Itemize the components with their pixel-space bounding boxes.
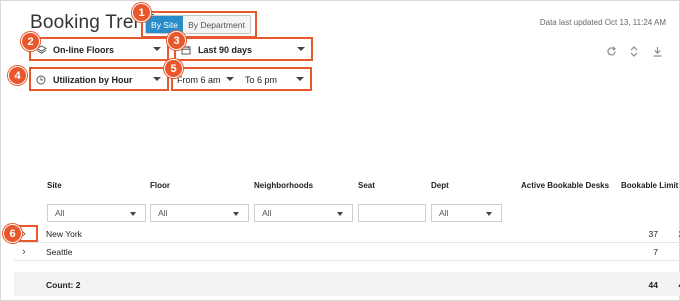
seat-filter-input[interactable] [358, 204, 426, 222]
floor-filter[interactable]: All [150, 204, 249, 222]
neighborhoods-filter[interactable]: All [254, 204, 353, 222]
dept-filter-value: All [439, 208, 449, 218]
column-header-neighborhoods[interactable]: Neighborhoods [254, 181, 313, 190]
column-header-bookable-limit[interactable]: Bookable Limit [621, 181, 678, 190]
callout-highlight-5 [171, 67, 312, 91]
floor-filter-value: All [158, 208, 168, 218]
callout-highlight-2 [29, 37, 169, 61]
chevron-down-icon [486, 212, 492, 216]
site-filter[interactable]: All [47, 204, 146, 222]
row-site: New York [46, 229, 82, 239]
column-header-active-bookable-desks[interactable]: Active Bookable Desks [521, 181, 609, 190]
callout-badge-3: 3 [167, 31, 186, 50]
column-header-floor[interactable]: Floor [150, 181, 170, 190]
callout-badge-1: 1 [132, 3, 151, 22]
total-active-desks: 44 [648, 280, 658, 290]
callout-highlight-4 [29, 67, 169, 91]
row-active-desks: 7 [653, 247, 658, 257]
dept-filter[interactable]: All [431, 204, 502, 222]
site-filter-value: All [55, 208, 65, 218]
chevron-right-icon[interactable]: › [22, 246, 26, 258]
download-icon[interactable] [650, 44, 664, 58]
chevron-down-icon [337, 212, 343, 216]
callout-badge-5: 5 [164, 59, 183, 78]
row-site: Seattle [46, 247, 73, 257]
callout-badge-6: 6 [3, 224, 22, 243]
column-header-dept[interactable]: Dept [431, 181, 449, 190]
table-row[interactable]: › New York 37 37 [14, 225, 680, 243]
table-footer: Count: 2 44 44 [14, 272, 680, 296]
row-active-desks: 37 [648, 229, 658, 239]
table-row[interactable]: › Seattle 7 7 [14, 243, 680, 261]
neighborhoods-filter-value: All [262, 208, 272, 218]
callout-highlight-1 [141, 11, 257, 38]
chevron-down-icon [233, 212, 239, 216]
column-header-site[interactable]: Site [47, 181, 62, 190]
callout-highlight-3 [174, 37, 313, 61]
chevron-down-icon [130, 212, 136, 216]
column-header-seat[interactable]: Seat [358, 181, 375, 190]
callout-badge-2: 2 [21, 32, 40, 51]
expand-collapse-icon[interactable] [627, 44, 641, 58]
last-updated-text: Data last updated Oct 13, 11:24 AM [539, 18, 666, 27]
refresh-icon[interactable] [604, 44, 618, 58]
callout-badge-4: 4 [8, 66, 27, 85]
row-count: Count: 2 [46, 280, 81, 290]
